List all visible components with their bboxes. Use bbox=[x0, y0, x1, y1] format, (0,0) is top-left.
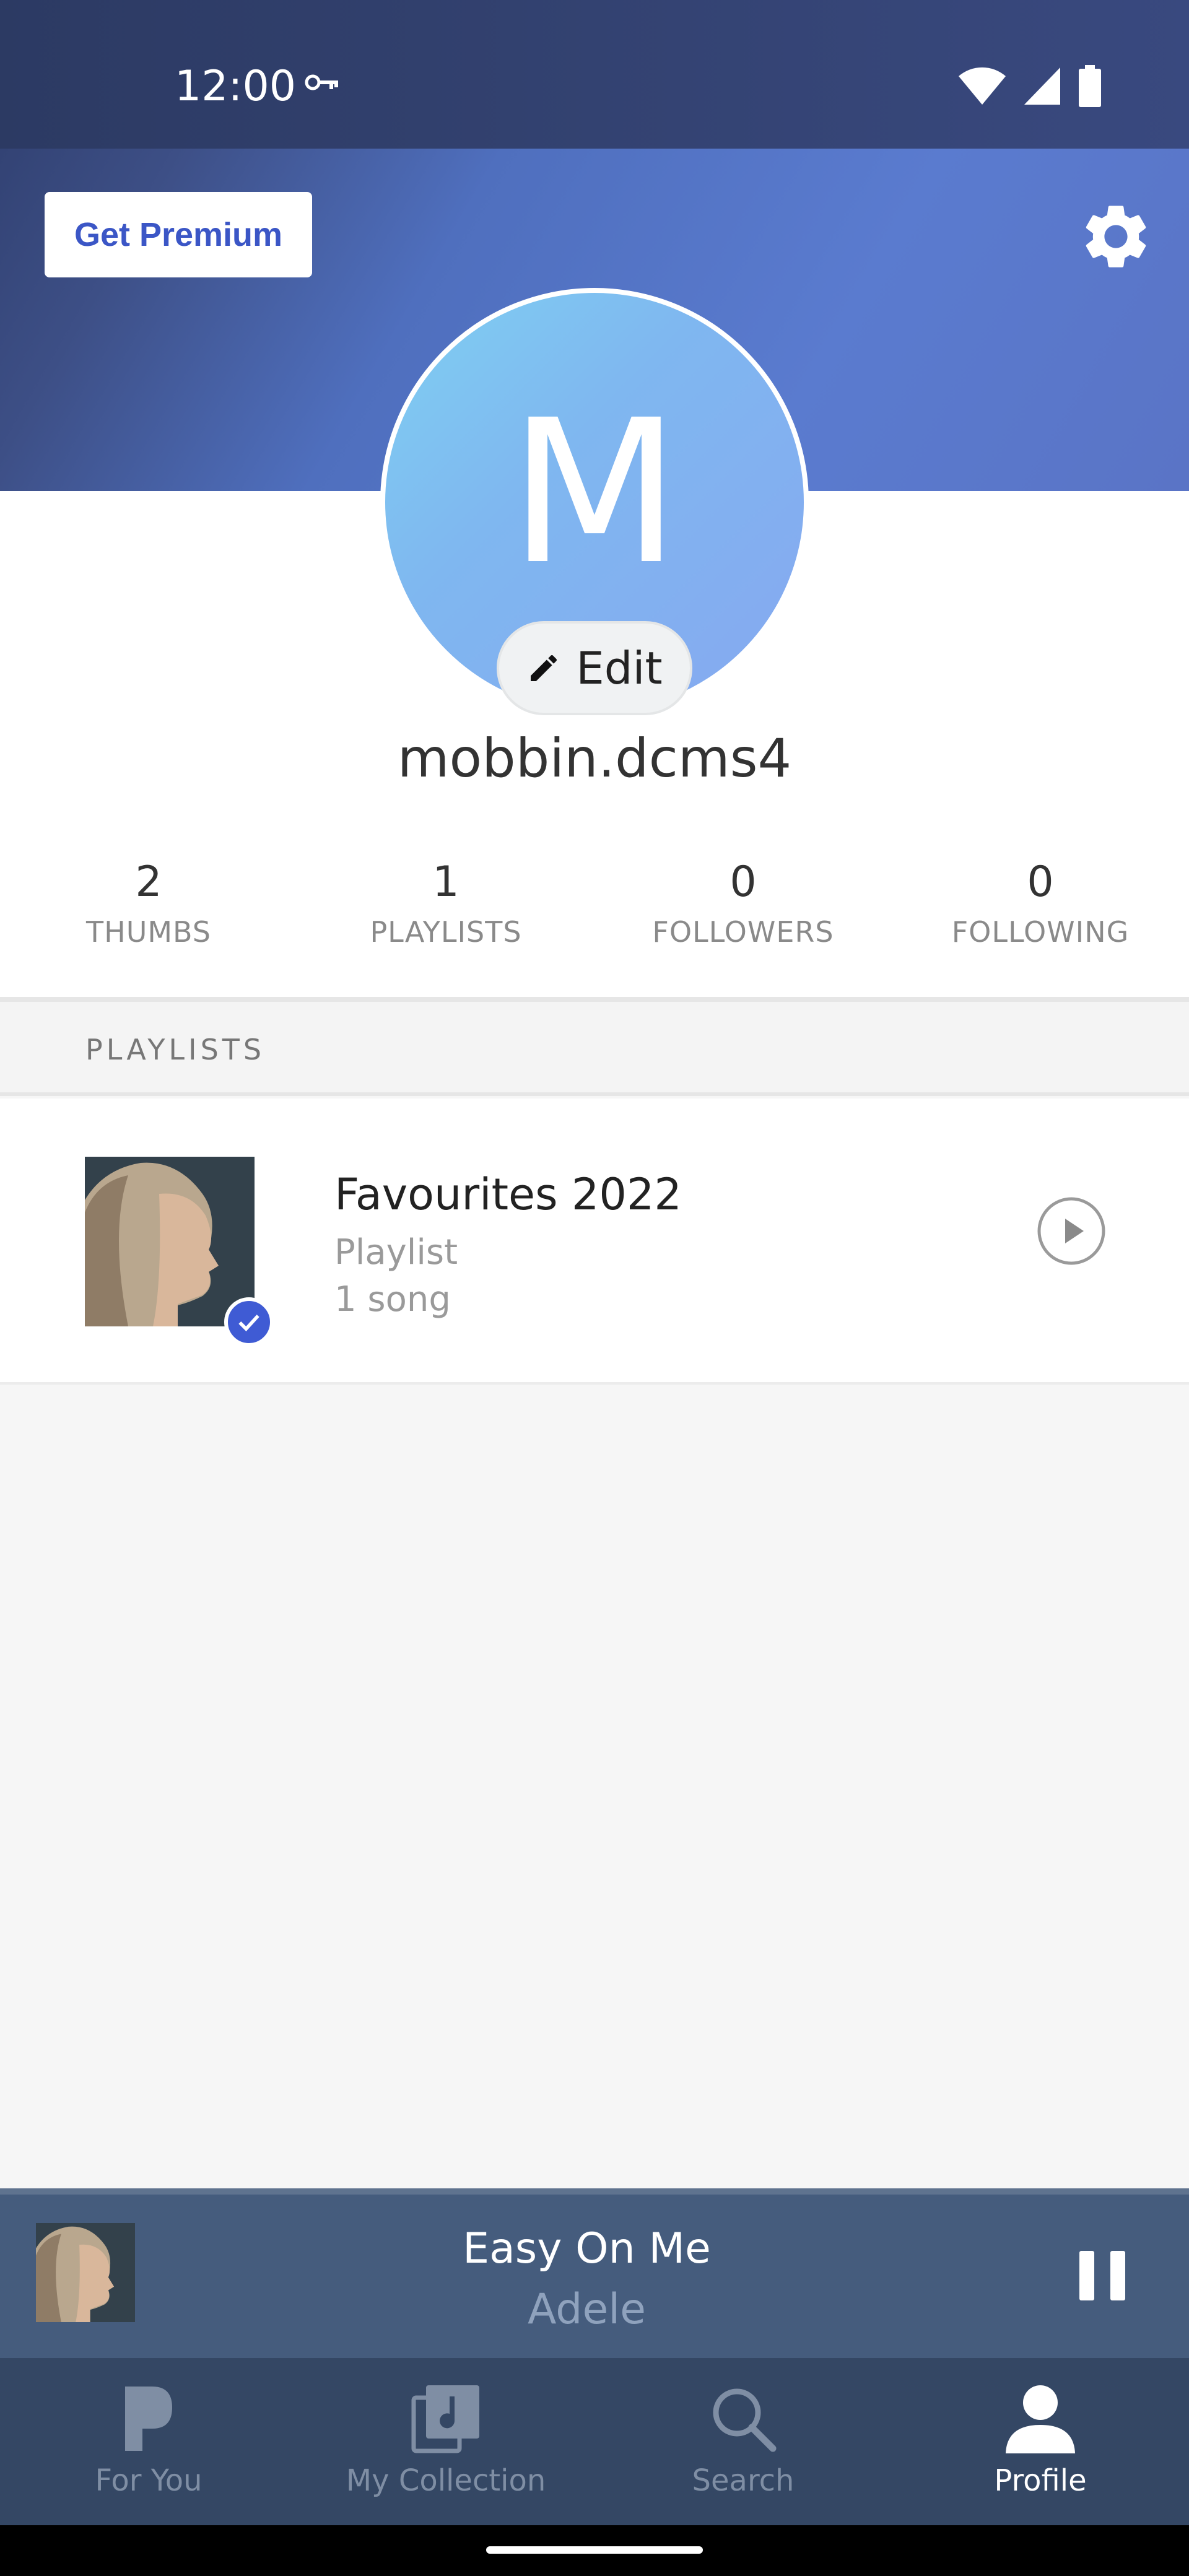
section-divider bbox=[0, 1092, 1189, 1096]
stat-playlists[interactable]: 1 PLAYLISTS bbox=[297, 858, 594, 981]
nav-label: For You bbox=[95, 2463, 203, 2498]
profile-stats: 2 THUMBS 1 PLAYLISTS 0 FOLLOWERS 0 FOLLO… bbox=[0, 858, 1189, 981]
collection-music-icon bbox=[411, 2385, 479, 2453]
now-playing-title: Easy On Me bbox=[463, 2224, 711, 2273]
stat-following[interactable]: 0 FOLLOWING bbox=[892, 858, 1189, 981]
nav-label: My Collection bbox=[346, 2463, 546, 2498]
nav-my-collection[interactable]: My Collection bbox=[297, 2358, 594, 2525]
playlist-title: Favourites 2022 bbox=[334, 1169, 682, 1220]
avatar-initial: M bbox=[508, 378, 681, 608]
person-icon bbox=[1006, 2385, 1075, 2453]
nav-profile[interactable]: Profile bbox=[892, 2358, 1189, 2525]
stat-value: 0 bbox=[730, 858, 757, 907]
search-icon bbox=[713, 2388, 777, 2452]
signal-icon bbox=[1024, 67, 1060, 105]
playlist-cover bbox=[85, 1157, 255, 1326]
stat-value: 1 bbox=[432, 858, 459, 907]
battery-icon bbox=[1079, 65, 1101, 107]
stat-label: FOLLOWING bbox=[951, 915, 1130, 949]
vpn-key-icon bbox=[305, 74, 338, 90]
stat-value: 2 bbox=[135, 858, 162, 907]
stat-label: THUMBS bbox=[86, 915, 211, 949]
wifi-icon bbox=[959, 67, 1006, 105]
status-time: 12:00 bbox=[175, 62, 296, 111]
stats-divider bbox=[0, 997, 1189, 1002]
edit-label: Edit bbox=[576, 642, 663, 694]
album-art-image bbox=[85, 1157, 255, 1326]
downloaded-check-icon bbox=[224, 1297, 274, 1347]
pencil-icon bbox=[531, 655, 557, 681]
edit-profile-button[interactable]: Edit bbox=[497, 621, 692, 715]
stat-label: FOLLOWERS bbox=[652, 915, 834, 949]
status-icons bbox=[957, 65, 1102, 107]
get-premium-button[interactable]: Get Premium bbox=[45, 192, 312, 277]
home-gesture-bar[interactable] bbox=[486, 2546, 703, 2554]
username: mobbin.dcms4 bbox=[397, 728, 792, 790]
play-icon[interactable] bbox=[1035, 1195, 1107, 1267]
nav-label: Search bbox=[692, 2463, 795, 2498]
section-title: PLAYLISTS bbox=[85, 1033, 266, 1066]
nav-for-you[interactable]: For You bbox=[0, 2358, 297, 2525]
pause-icon[interactable] bbox=[1074, 2245, 1130, 2307]
stat-label: PLAYLISTS bbox=[370, 915, 522, 949]
playlist-type: Playlist bbox=[334, 1232, 458, 1273]
stat-followers[interactable]: 0 FOLLOWERS bbox=[594, 858, 892, 981]
playlist-song-count: 1 song bbox=[334, 1279, 451, 1320]
gear-icon[interactable] bbox=[1078, 198, 1154, 275]
nav-label: Profile bbox=[994, 2463, 1087, 2498]
stat-thumbs[interactable]: 2 THUMBS bbox=[0, 858, 297, 981]
row-divider bbox=[0, 1382, 1189, 1385]
now-playing-artist: Adele bbox=[527, 2285, 647, 2334]
nav-search[interactable]: Search bbox=[594, 2358, 892, 2525]
stat-value: 0 bbox=[1027, 858, 1054, 907]
bottom-navigation: For You My Collection Search Profile bbox=[0, 2358, 1189, 2525]
pandora-p-icon bbox=[125, 2387, 172, 2451]
